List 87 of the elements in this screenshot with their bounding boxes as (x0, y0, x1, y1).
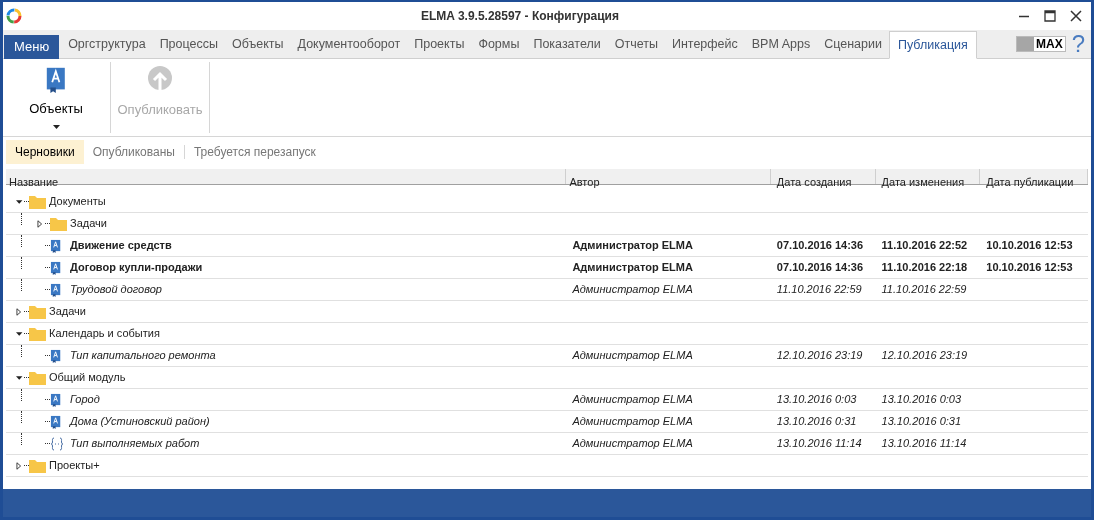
book-icon (50, 414, 62, 429)
item-name[interactable]: Трудовой договор (70, 281, 162, 298)
toggle-knob (1016, 37, 1034, 51)
caret-icon (52, 124, 60, 129)
author-cell: Администратор ELMA (572, 437, 693, 450)
collapse-icon[interactable] (16, 373, 24, 382)
ribbon-tab[interactable]: BPM Apps (744, 30, 818, 58)
ribbon-tab[interactable]: Оргструктура (61, 30, 153, 58)
menu-button[interactable]: Меню (4, 35, 60, 59)
date-cell: 13.10.2016 11:14 (881, 437, 967, 450)
item-name[interactable]: Дома (Устиновский район) (70, 413, 210, 430)
date-cell: 11.10.2016 22:59 (776, 283, 862, 296)
ribbon-tab[interactable]: Объекты (224, 30, 291, 58)
item-name[interactable]: Задачи (49, 303, 86, 320)
book-icon (50, 348, 62, 363)
date-cell: 07.10.2016 14:36 (776, 239, 864, 252)
expand-icon[interactable] (37, 219, 45, 228)
window-title: ELMA 3.9.5.28597 - Конфигурация (421, 8, 619, 25)
folder-icon (29, 304, 46, 319)
maximize-icon[interactable] (1044, 10, 1056, 22)
date-cell: 10.10.2016 12:53 (986, 261, 1073, 274)
filter-tab[interactable]: Черновики (6, 140, 84, 164)
ribbon-tab[interactable]: Сценарии (817, 30, 889, 58)
item-name[interactable]: Движение средств (70, 237, 172, 254)
date-cell: 13.10.2016 0:03 (881, 393, 962, 406)
ribbon-tab[interactable]: Интерфейс (664, 30, 745, 58)
column-header[interactable]: Дата создания (776, 176, 852, 188)
author-cell: Администратор ELMA (572, 261, 693, 274)
book-icon (50, 260, 62, 275)
collapse-icon[interactable] (16, 197, 24, 206)
date-cell: 11.10.2016 22:18 (881, 261, 968, 274)
ribbon-tab[interactable]: Отчеты (607, 30, 665, 58)
expand-icon[interactable] (16, 307, 24, 316)
date-cell: 10.10.2016 12:53 (986, 239, 1073, 252)
ribbon-tab[interactable]: Показатели (526, 30, 608, 58)
book-icon (50, 392, 62, 407)
braces-icon (50, 436, 64, 451)
column-header[interactable]: Дата публикации (986, 176, 1074, 188)
folder-icon (29, 458, 46, 473)
date-cell: 12.10.2016 23:19 (881, 349, 968, 362)
item-name[interactable]: Проекты+ (49, 457, 100, 474)
item-name[interactable]: Календарь и события (49, 325, 160, 342)
author-cell: Администратор ELMA (572, 349, 693, 362)
author-cell: Администратор ELMA (572, 283, 693, 296)
filter-tab[interactable]: Опубликованы (83, 140, 184, 164)
column-header[interactable]: Автор (569, 176, 600, 188)
book-icon (50, 238, 62, 253)
column-header[interactable]: Дата изменения (881, 176, 965, 188)
expand-icon[interactable] (16, 461, 24, 470)
author-cell: Администратор ELMA (572, 239, 693, 252)
close-icon[interactable] (1070, 10, 1082, 22)
author-cell: Администратор ELMA (572, 393, 693, 406)
item-name[interactable]: Тип выполняемых работ (70, 435, 200, 452)
date-cell: 13.10.2016 0:31 (881, 415, 962, 428)
date-cell: 12.10.2016 23:19 (776, 349, 863, 362)
book-icon (45, 66, 67, 93)
help-button[interactable]: ? (1071, 32, 1085, 56)
toggle-label: MAX (1034, 38, 1064, 50)
ribbon-tab[interactable]: Процессы (152, 30, 225, 58)
item-name[interactable]: Задачи (70, 215, 107, 232)
ribbon-tab[interactable]: Публикация (888, 31, 977, 59)
item-name[interactable]: Общий модуль (49, 369, 126, 386)
item-name[interactable]: Город (70, 391, 100, 408)
date-cell: 11.10.2016 22:52 (881, 239, 968, 252)
date-cell: 13.10.2016 0:31 (776, 415, 857, 428)
folder-icon (29, 326, 46, 341)
objects-button[interactable]: Объекты (3, 62, 109, 133)
max-toggle[interactable]: MAX (1015, 36, 1066, 52)
folder-icon (29, 194, 46, 209)
filter-tab[interactable]: Требуется перезапуск (184, 140, 325, 164)
date-cell: 13.10.2016 0:03 (776, 393, 857, 406)
collapse-icon[interactable] (16, 329, 24, 338)
item-name[interactable]: Документы (49, 193, 106, 210)
ribbon-tab[interactable]: Документооборот (290, 30, 408, 58)
item-name[interactable]: Тип капитального ремонта (70, 347, 216, 364)
author-cell: Администратор ELMA (572, 415, 693, 428)
column-header[interactable]: Название (9, 176, 59, 188)
app-logo-icon (6, 8, 22, 24)
folder-icon (50, 216, 67, 231)
item-name[interactable]: Договор купли-продажи (70, 259, 203, 276)
date-cell: 11.10.2016 22:59 (881, 283, 967, 296)
date-cell: 07.10.2016 14:36 (776, 261, 864, 274)
date-cell: 13.10.2016 11:14 (776, 437, 862, 450)
folder-icon (29, 370, 46, 385)
book-icon (50, 282, 62, 297)
ribbon-tab[interactable]: Проекты (407, 30, 472, 58)
ribbon-tab[interactable]: Формы (471, 30, 527, 58)
